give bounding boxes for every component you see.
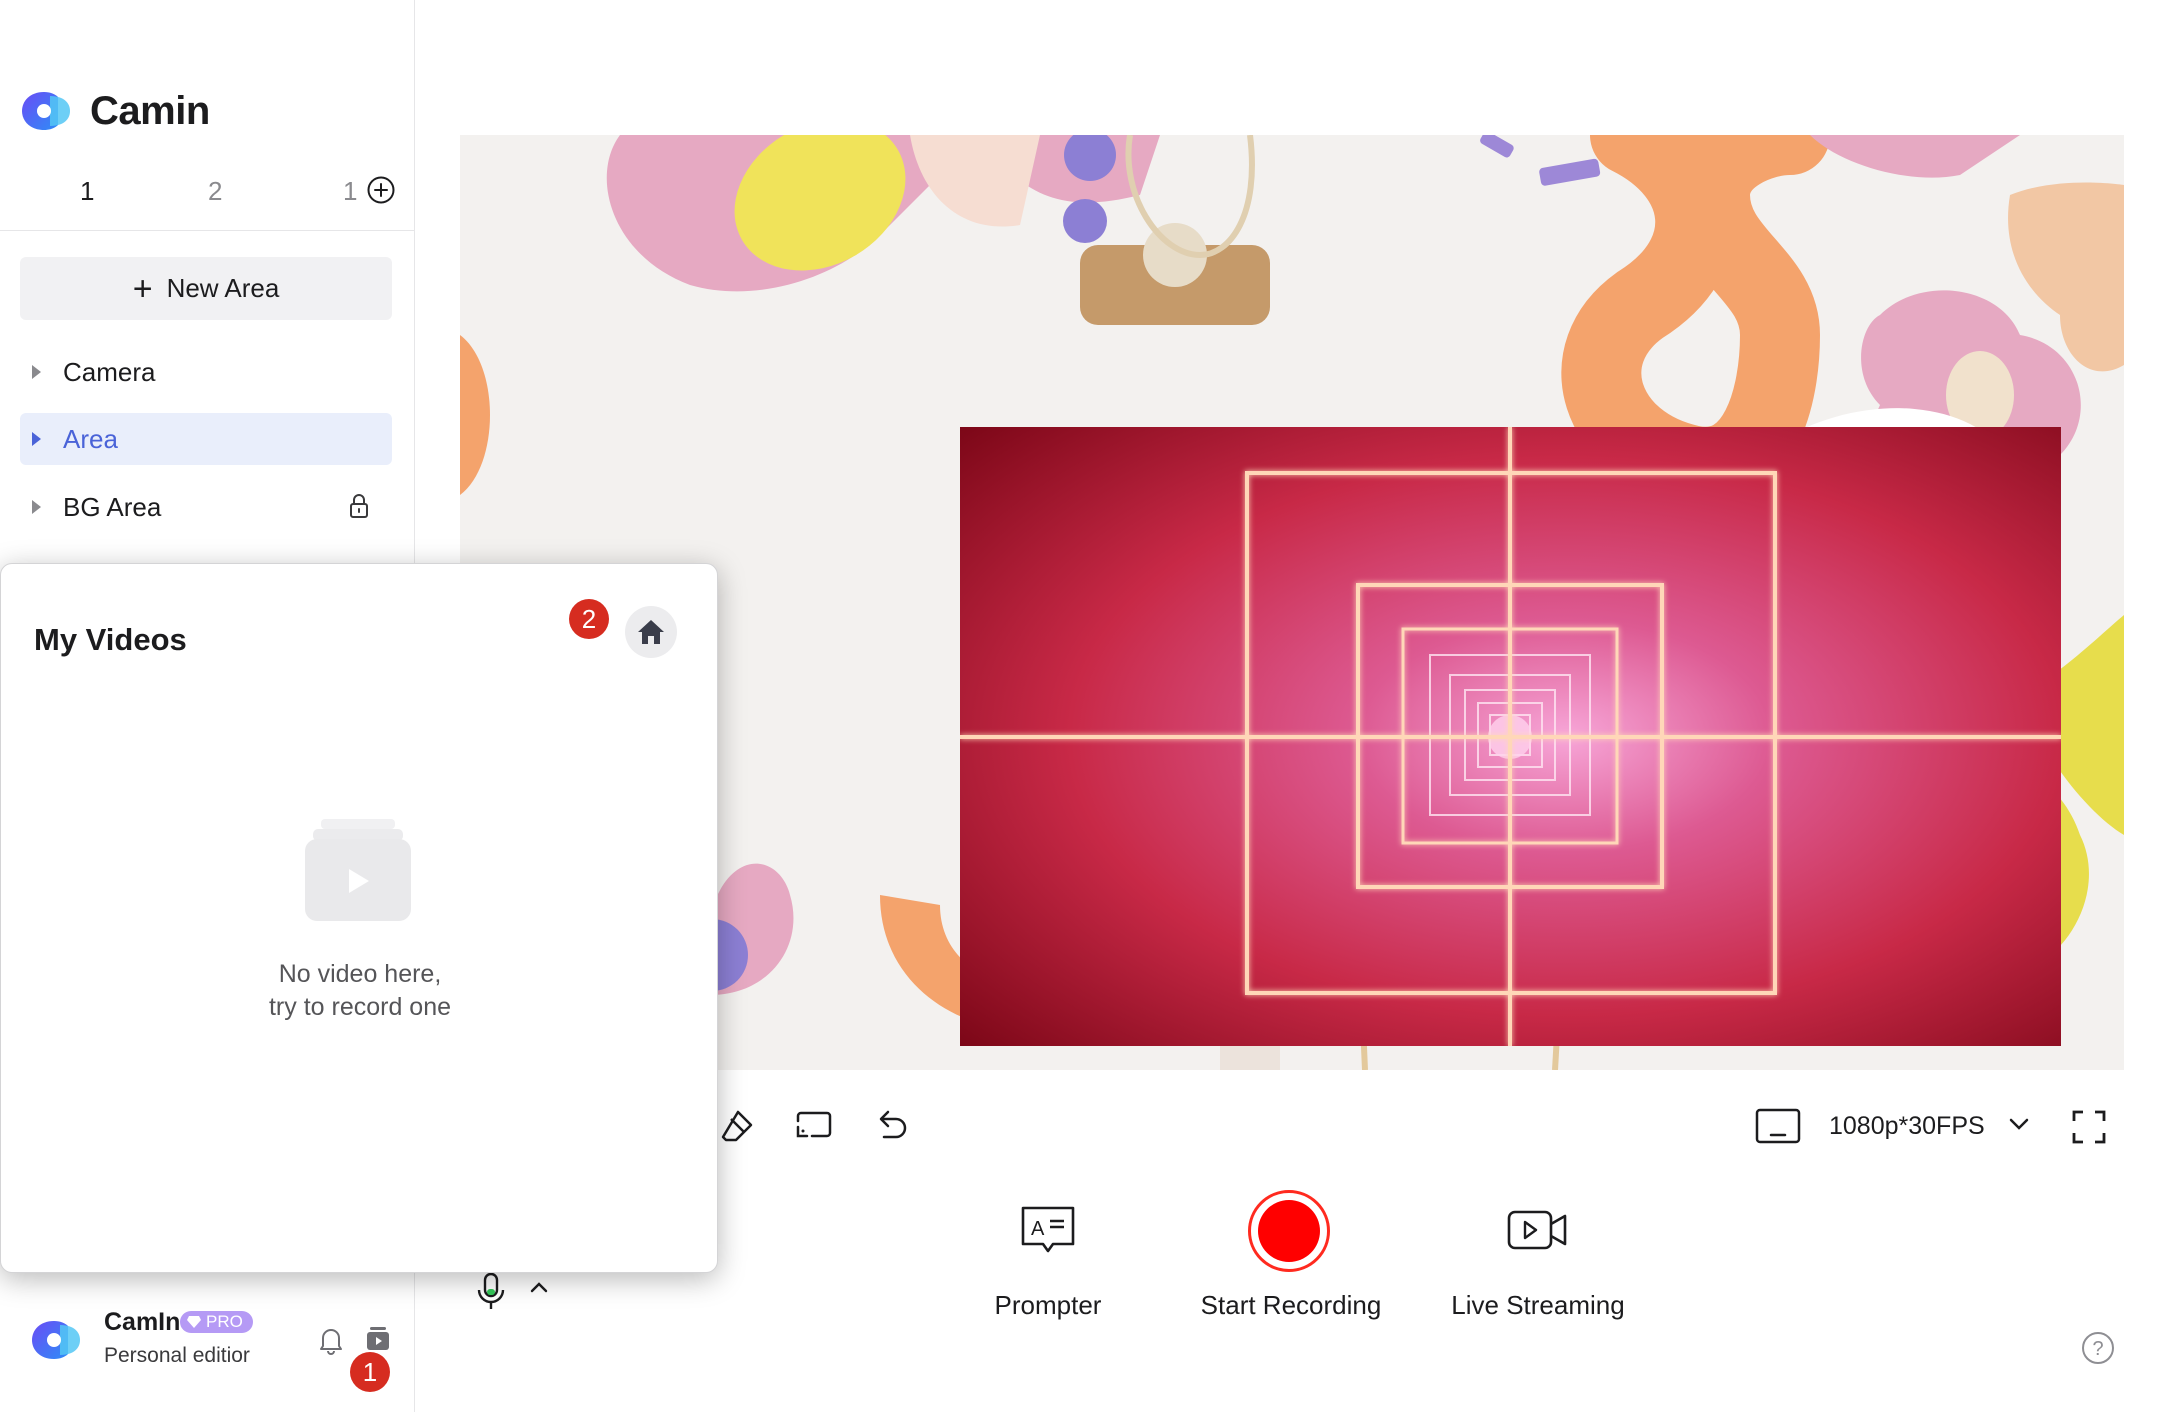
fullscreen-icon[interactable] [2072,1110,2106,1144]
tree-item-camera[interactable]: Camera [20,346,392,398]
screen-area-icon[interactable] [794,1107,834,1145]
screen-icon[interactable] [1755,1108,1801,1144]
start-recording-button[interactable]: Start Recording [1201,1190,1381,1330]
microphone-icon[interactable] [476,1272,506,1312]
add-scene-icon[interactable] [367,176,395,204]
user-plan: Personal editior [104,1344,250,1367]
start-recording-label: Start Recording [1200,1290,1382,1320]
record-icon[interactable] [1248,1190,1330,1272]
svg-text:?: ? [2092,1338,2103,1360]
chevron-up-icon[interactable] [529,1280,549,1294]
pro-badge: PRO [180,1311,253,1333]
tree-item-label: Camera [63,356,156,387]
empty-text-line-2: try to record one [268,993,452,1021]
new-area-label: New Area [166,273,280,303]
home-button[interactable] [625,606,677,658]
eraser-icon[interactable] [718,1107,756,1145]
my-videos-popup: My Videos 2 No video here, try to record… [0,563,718,1273]
help-icon[interactable]: ? [2081,1331,2115,1365]
tree-item-label: Area [63,423,118,454]
popup-title: My Videos [34,622,187,657]
empty-videos-icon [305,819,411,921]
video-camera-icon [1507,1210,1567,1250]
resolution-select[interactable]: 1080p*30FPS [1829,1112,1985,1141]
caret-right-icon[interactable] [32,500,41,514]
camin-logo-icon [22,92,70,130]
chevron-down-icon[interactable] [2008,1117,2030,1131]
caret-right-icon[interactable] [32,365,41,379]
app-name: Camin [90,88,210,133]
neon-tunnel-image [960,427,2061,1046]
tree-item-label: BG Area [63,491,162,522]
pro-badge-label: PRO [206,1312,243,1331]
area-overlay[interactable] [960,427,2061,1046]
diamond-icon [187,1316,201,1328]
plus-icon: + [132,269,153,308]
scene-tab-1[interactable]: 1 [80,176,94,207]
scene-tab-3[interactable]: 1 [343,176,357,207]
empty-state-text: No video here, try to record one [1,958,719,1024]
lock-icon[interactable] [348,493,370,519]
new-area-button[interactable]: + New Area [20,257,392,320]
avatar[interactable] [30,1317,82,1363]
step-badge-1: 1 [350,1352,390,1392]
prompter-icon: A [1021,1206,1075,1253]
svg-text:A: A [1031,1218,1045,1240]
user-name: CamIn [104,1308,181,1336]
caret-right-icon[interactable] [32,432,41,446]
empty-text-line-1: No video here, [278,960,442,988]
bell-icon[interactable] [318,1325,344,1355]
undo-icon[interactable] [872,1107,912,1145]
brand: Camin [20,88,210,134]
step-badge-2: 2 [569,599,609,639]
scene-tab-2[interactable]: 2 [208,176,222,207]
prompter-label: Prompter [994,1290,1102,1320]
prompter-button[interactable]: A Prompter [995,1190,1101,1330]
live-streaming-label: Live Streaming [1451,1290,1625,1320]
divider [0,230,414,231]
my-videos-icon[interactable] [364,1325,392,1353]
live-streaming-button[interactable]: Live Streaming [1451,1190,1625,1330]
home-icon [638,620,664,644]
tree-item-bg-area[interactable]: BG Area [20,481,392,533]
tree-item-area[interactable]: Area [20,413,392,465]
